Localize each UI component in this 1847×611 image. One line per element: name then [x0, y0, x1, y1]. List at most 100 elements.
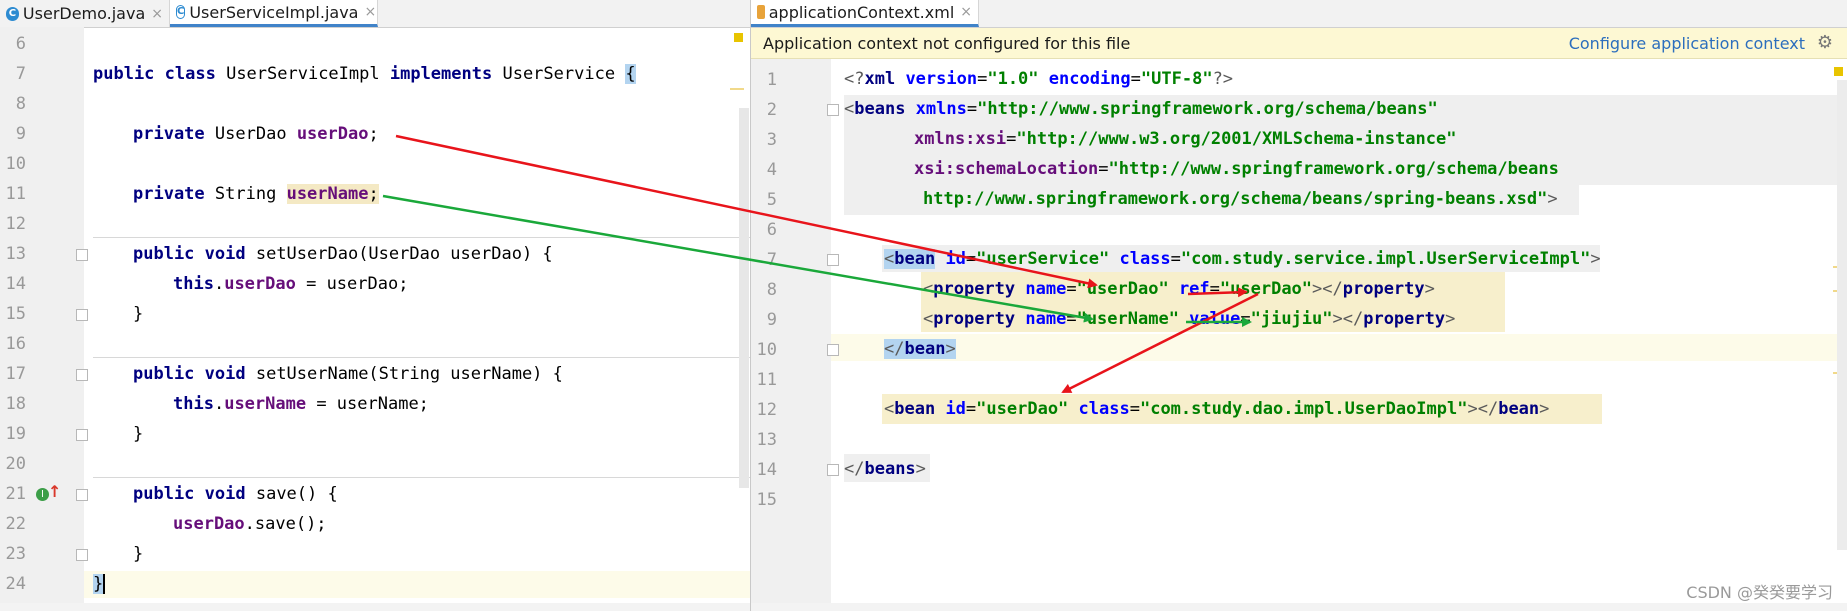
- fold-marker-icon[interactable]: [76, 309, 88, 321]
- matched-brace: }: [93, 574, 104, 594]
- method-separator: [93, 357, 750, 358]
- tag-bracket: >: [1590, 249, 1601, 269]
- xml-line-10: </bean>: [884, 339, 956, 359]
- fold-marker-icon[interactable]: [827, 254, 839, 266]
- tag-bracket: </: [844, 459, 865, 479]
- line-number: 2: [766, 100, 777, 120]
- tag-bracket: ></: [1312, 279, 1343, 299]
- code-line-22: userDao.save();: [173, 514, 327, 534]
- analysis-status-icon[interactable]: [734, 33, 743, 42]
- fold-marker-icon[interactable]: [76, 549, 88, 561]
- text-cursor: [103, 574, 106, 594]
- horizontal-scrollbar[interactable]: [0, 603, 750, 611]
- attr-name: value: [1178, 309, 1241, 329]
- equals: =: [1130, 69, 1141, 89]
- tag-bracket: >: [1547, 189, 1558, 209]
- line-number: 13: [5, 244, 26, 264]
- tag-name: bean: [894, 249, 936, 269]
- vertical-scrollbar[interactable]: [739, 108, 749, 488]
- tag-bracket: <: [884, 249, 895, 269]
- line-number: 9: [766, 310, 777, 330]
- line-number: 9: [15, 124, 26, 144]
- fold-marker-icon[interactable]: [76, 429, 88, 441]
- java-class-icon: C: [6, 6, 19, 21]
- analysis-status-icon[interactable]: [1834, 67, 1843, 76]
- attr-name: xmlns:xsi: [914, 129, 1007, 149]
- method-signature: setUserName(String userName) {: [255, 364, 563, 384]
- tab-applicationcontext-xml[interactable]: applicationContext.xml ×: [751, 0, 979, 27]
- fold-marker-icon[interactable]: [76, 489, 88, 501]
- statement: = userDao;: [295, 274, 409, 294]
- attr-value: "1.0": [987, 69, 1039, 89]
- fold-marker-icon[interactable]: [827, 344, 839, 356]
- line-number: 10: [756, 340, 777, 360]
- xml-line-7: <bean id="userService" class="com.study.…: [884, 249, 1601, 269]
- keyword: this: [173, 274, 214, 294]
- xml-line-5: http://www.springframework.org/schema/be…: [923, 189, 1558, 209]
- tag-name: beans: [864, 459, 916, 479]
- tab-label: UserDemo.java: [22, 4, 146, 23]
- close-tab-icon[interactable]: ×: [364, 4, 376, 20]
- override-arrow-icon[interactable]: ↑: [48, 482, 61, 501]
- line-number: 3: [766, 130, 777, 150]
- statement: = userName;: [306, 394, 429, 414]
- tag-bracket: >: [1539, 399, 1550, 419]
- tag-bracket: ></: [1332, 309, 1364, 329]
- banner-message: Application context not configured for t…: [763, 34, 1131, 53]
- equals: =: [1209, 279, 1220, 299]
- line-number: 11: [5, 184, 26, 204]
- tab-userserviceimpl-java[interactable]: C UserServiceImpl.java ×: [170, 0, 378, 27]
- fold-marker-icon[interactable]: [827, 104, 839, 116]
- line-number: 18: [5, 394, 26, 414]
- method-signature: save() {: [255, 484, 338, 504]
- tab-label: applicationContext.xml: [768, 2, 955, 22]
- attr-name: name: [1015, 279, 1067, 299]
- code-line-15: }: [133, 304, 144, 324]
- attr-value: "com.study.dao.impl.UserDaoImpl": [1139, 399, 1468, 419]
- fold-marker-icon[interactable]: [76, 249, 88, 261]
- error-stripe-mark[interactable]: [730, 88, 744, 90]
- java-editor-pane: C UserDemo.java × C UserServiceImpl.java…: [0, 0, 750, 611]
- attr-value: "UTF-8": [1140, 69, 1213, 89]
- keyword: public void: [133, 244, 246, 264]
- attr-name: class: [1109, 249, 1171, 269]
- attr-name: xmlns: [905, 99, 967, 119]
- attr-value: "jiujiu": [1250, 309, 1333, 329]
- equals: =: [977, 69, 988, 89]
- line-number: 20: [5, 454, 26, 474]
- equals: =: [966, 99, 978, 119]
- field-name: userDao: [173, 514, 245, 534]
- close-tab-icon[interactable]: ×: [960, 4, 972, 20]
- method-signature: setUserDao(UserDao userDao) {: [255, 244, 553, 264]
- dot: .: [213, 274, 225, 294]
- method-separator: [93, 237, 750, 238]
- field-name: userName: [224, 394, 307, 414]
- line-number: 8: [15, 94, 26, 114]
- attr-value: http://www.springframework.org/schema/be…: [923, 189, 1548, 209]
- xml-line-3: xmlns:xsi="http://www.w3.org/2001/XMLSch…: [914, 129, 1456, 149]
- xml-line-14: </beans>: [844, 459, 926, 479]
- equals: =: [1240, 309, 1251, 329]
- interface-name: UserService: [502, 64, 616, 84]
- semicolon: ;: [368, 124, 379, 144]
- type-name: UserDao: [214, 124, 287, 144]
- line-number: 4: [766, 160, 777, 180]
- vertical-scrollbar[interactable]: [1837, 80, 1847, 550]
- line-number: 12: [756, 400, 777, 420]
- fold-marker-icon[interactable]: [76, 369, 88, 381]
- line-number: 7: [766, 250, 777, 270]
- equals: =: [1170, 249, 1181, 269]
- fold-marker-icon[interactable]: [827, 464, 839, 476]
- code-line-21: public void save() {: [133, 484, 338, 504]
- class-name: UserServiceImpl: [226, 64, 380, 84]
- configure-context-link[interactable]: Configure application context: [1569, 34, 1805, 53]
- horizontal-scrollbar[interactable]: [751, 603, 1847, 611]
- tag-bracket: >: [1424, 279, 1435, 299]
- attr-name: name: [1015, 309, 1067, 329]
- tab-userdemo-java[interactable]: C UserDemo.java ×: [0, 0, 170, 27]
- gear-icon[interactable]: ⚙: [1817, 32, 1833, 53]
- close-tab-icon[interactable]: ×: [151, 6, 163, 22]
- xml-editor-pane: applicationContext.xml × Application con…: [751, 0, 1847, 611]
- tag-name: beans: [854, 99, 906, 119]
- code-line-14: this.userDao = userDao;: [173, 274, 408, 294]
